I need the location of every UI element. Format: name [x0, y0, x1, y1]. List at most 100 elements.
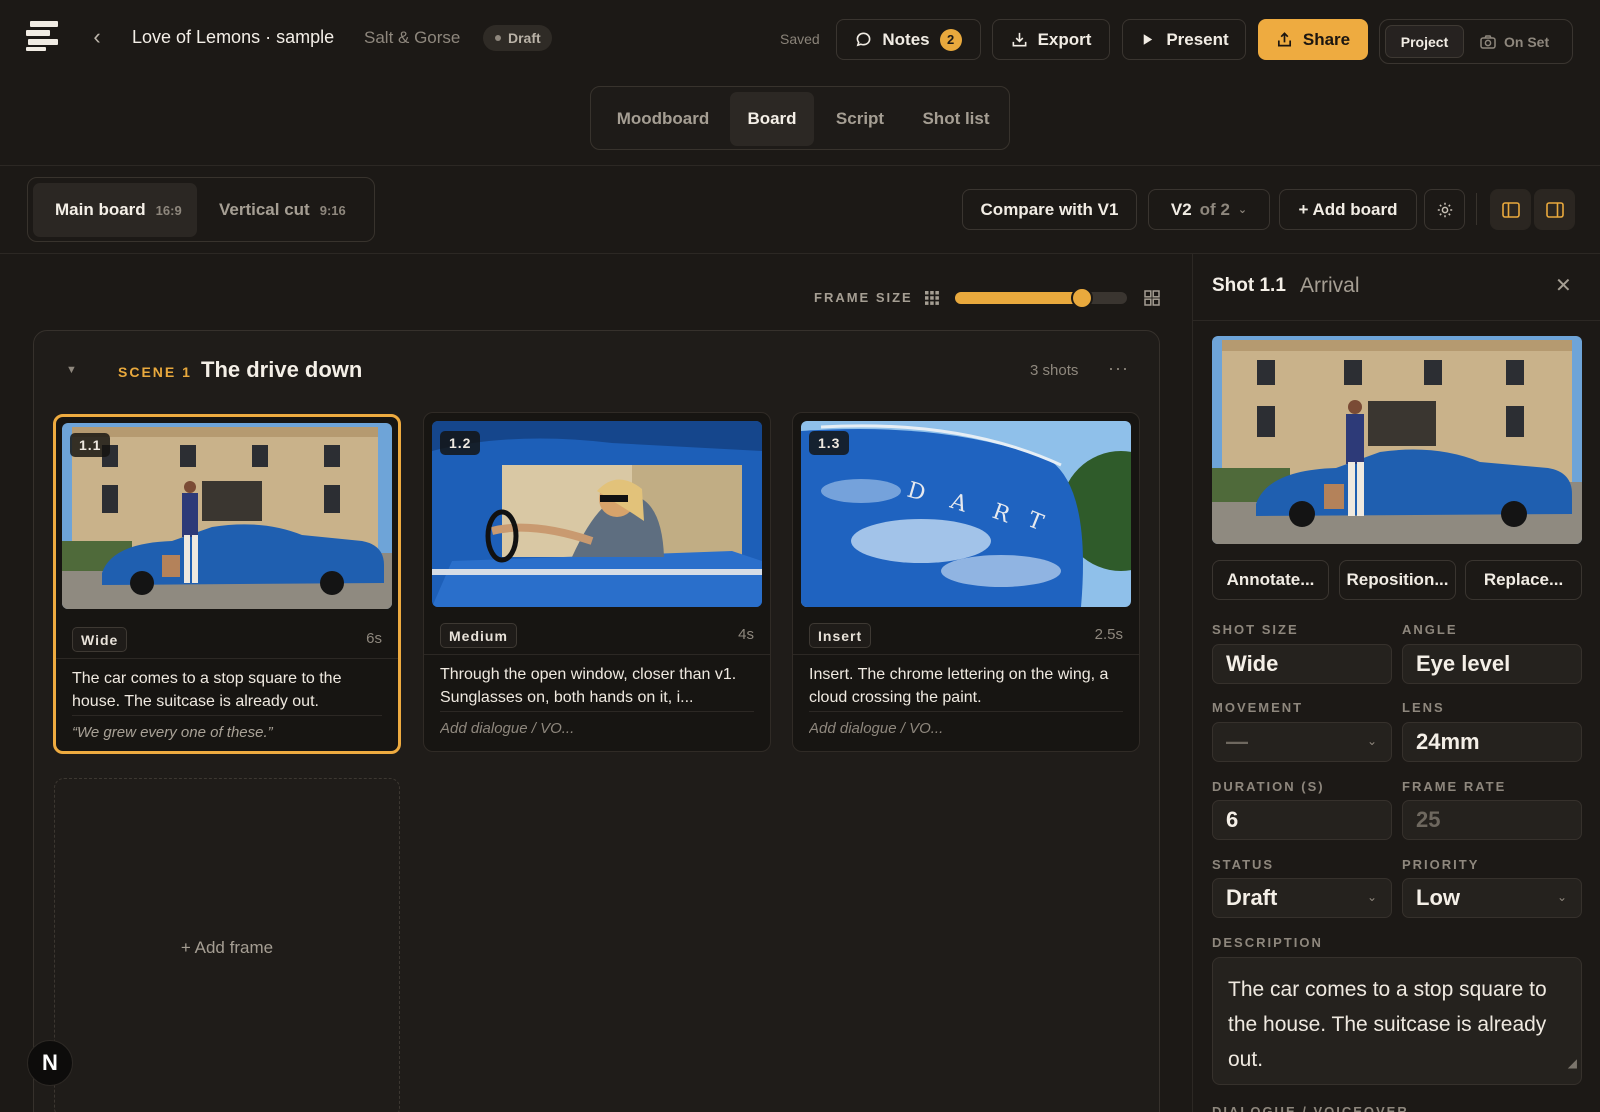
add-frame-button[interactable]: + Add frame: [54, 778, 400, 1112]
dialogue-section-label: DIALOGUE / VOICEOVER: [1212, 1104, 1409, 1112]
shot-thumbnail: D A R T 1.3: [801, 421, 1131, 607]
duration-field[interactable]: 6: [1212, 800, 1392, 840]
share-label: Share: [1302, 29, 1351, 49]
notes-button[interactable]: Notes 2: [836, 19, 981, 60]
divider: [0, 165, 1600, 166]
toggle-right-panel-button[interactable]: [1534, 189, 1575, 230]
shot-size-field[interactable]: Wide: [1212, 644, 1392, 684]
board-tab-vertical[interactable]: Vertical cut 9:16: [197, 183, 369, 237]
compare-button[interactable]: Compare with V1: [962, 189, 1137, 230]
duration-label: DURATION (S): [1212, 779, 1325, 794]
description-label: DESCRIPTION: [1212, 935, 1323, 950]
replace-button[interactable]: Replace...: [1465, 560, 1582, 600]
shot-number-badge: 1.3: [809, 431, 850, 455]
notes-count-badge: 2: [939, 28, 962, 51]
shot-dialogue[interactable]: “We grew every one of these.”: [72, 715, 382, 741]
mode-project-button[interactable]: Project: [1385, 25, 1464, 58]
scene-title[interactable]: The drive down: [201, 357, 362, 383]
top-bar: ‹ Love of Lemons · sample Salt & Gorse D…: [0, 0, 1600, 78]
shot-description[interactable]: The car comes to a stop square to the ho…: [56, 658, 398, 714]
board-settings-button[interactable]: [1424, 189, 1465, 230]
divider: [1193, 320, 1600, 321]
mode-switch: Project On Set: [1379, 19, 1573, 64]
board-name: Main board: [55, 200, 146, 219]
movement-select[interactable]: — ⌄: [1212, 722, 1392, 762]
save-status: Saved: [780, 31, 820, 47]
small-grid-icon[interactable]: [924, 290, 940, 306]
add-board-button[interactable]: + Add board: [1279, 189, 1417, 230]
present-button[interactable]: Present: [1122, 19, 1246, 60]
share-upload-icon: [1277, 32, 1291, 47]
shot-description[interactable]: Through the open window, closer than v1.…: [424, 654, 770, 710]
board-tab-main[interactable]: Main board 16:9: [33, 183, 197, 237]
version-select[interactable]: V2 of 2 ⌄: [1148, 189, 1270, 230]
shot-duration: 2.5s: [1094, 626, 1123, 643]
tab-script[interactable]: Script: [814, 92, 906, 146]
scene-label: SCENE 1: [118, 364, 192, 380]
frame-size-slider-handle[interactable]: [1071, 287, 1094, 309]
panel-shot-name[interactable]: Arrival: [1300, 274, 1360, 298]
shot-dialogue-placeholder[interactable]: Add dialogue / VO...: [809, 711, 1123, 737]
lens-label: LENS: [1402, 700, 1445, 715]
priority-select[interactable]: Low ⌄: [1402, 878, 1582, 918]
export-button[interactable]: Export: [992, 19, 1110, 60]
angle-field[interactable]: Eye level: [1402, 644, 1582, 684]
tab-moodboard[interactable]: Moodboard: [596, 92, 730, 146]
project-client: Salt & Gorse: [364, 28, 461, 47]
reposition-button[interactable]: Reposition...: [1339, 560, 1456, 600]
more-icon[interactable]: ···: [1108, 358, 1129, 379]
view-tabs: Moodboard Board Script Shot list: [590, 86, 1010, 150]
mode-onset-label: On Set: [1504, 33, 1550, 50]
board-switcher: Main board 16:9 Vertical cut 9:16: [27, 177, 375, 242]
chevron-down-icon: ⌄: [1366, 890, 1377, 904]
shot-description[interactable]: Insert. The chrome lettering on the wing…: [793, 654, 1139, 710]
version-of: of 2: [1199, 199, 1230, 219]
close-icon[interactable]: ✕: [1555, 273, 1572, 298]
large-grid-icon[interactable]: [1144, 290, 1160, 306]
divider: [1476, 193, 1477, 225]
panel-shot-image: [1212, 336, 1582, 544]
mode-onset-button[interactable]: On Set: [1480, 25, 1549, 58]
project-title: Love of Lemons · sample: [132, 27, 335, 47]
share-button[interactable]: Share: [1258, 19, 1368, 60]
notes-label: Notes: [882, 29, 930, 49]
shot-size-tag: Wide: [72, 627, 128, 652]
back-chevron-icon[interactable]: ‹: [86, 25, 108, 49]
lens-field[interactable]: 24mm: [1402, 722, 1582, 762]
car-lettering-photo: D A R T: [801, 421, 1131, 607]
project-status-badge: Draft: [483, 25, 552, 51]
description-textarea[interactable]: The car comes to a stop square to the ho…: [1212, 957, 1582, 1085]
status-value: Draft: [1226, 885, 1278, 910]
shot-card-1-1[interactable]: 1.1 Wide 6s The car comes to a stop squa…: [53, 414, 401, 754]
collapse-caret-icon[interactable]: ▼: [66, 364, 77, 376]
shot-card-1-2[interactable]: 1.2 Medium 4s Through the open window, c…: [423, 412, 771, 752]
toggle-left-panel-button[interactable]: [1490, 189, 1531, 230]
shot-thumbnail: 1.1: [62, 423, 392, 609]
chevron-down-icon: ⌄: [1366, 734, 1377, 748]
shot-dialogue-placeholder[interactable]: Add dialogue / VO...: [440, 711, 754, 737]
gear-icon: [1437, 202, 1452, 217]
camera-icon: [1480, 34, 1496, 49]
status-badge-label: Draft: [508, 30, 541, 46]
version-label: V2: [1170, 199, 1192, 219]
annotate-button[interactable]: Annotate...: [1212, 560, 1329, 600]
export-label: Export: [1037, 29, 1092, 49]
board-ratio: 16:9: [155, 202, 182, 218]
description-text: The car comes to a stop square to the ho…: [1228, 978, 1547, 1071]
driver-photo: [432, 421, 762, 607]
resize-handle-icon[interactable]: ◢: [1568, 1046, 1577, 1081]
board-name: Vertical cut: [219, 200, 310, 219]
tab-board[interactable]: Board: [730, 92, 814, 146]
frame-rate-field[interactable]: 25: [1402, 800, 1582, 840]
house-car-photo: [1212, 336, 1582, 544]
shot-duration: 6s: [366, 630, 382, 647]
tab-shot-list[interactable]: Shot list: [906, 92, 1006, 146]
app-badge-icon[interactable]: N: [27, 1040, 73, 1086]
app-logo-icon[interactable]: [26, 21, 60, 51]
status-dot-icon: [495, 35, 501, 41]
chevron-down-icon: ⌄: [1237, 204, 1248, 216]
shot-number-badge: 1.2: [440, 431, 481, 455]
status-label: STATUS: [1212, 857, 1275, 872]
status-select[interactable]: Draft ⌄: [1212, 878, 1392, 918]
shot-card-1-3[interactable]: D A R T 1.3 Insert 2.5s Insert. The chro…: [792, 412, 1140, 752]
